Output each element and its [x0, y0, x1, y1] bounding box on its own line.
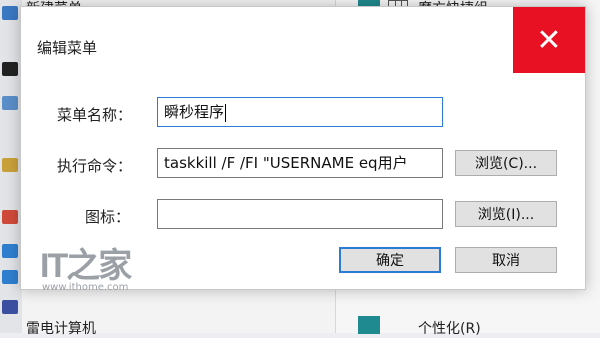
console-icon [2, 62, 18, 76]
text-caret [225, 103, 227, 122]
ithome-watermark: IT之家 www.ithome.com [40, 238, 132, 293]
disc-icon [2, 300, 18, 314]
menu-name-value: 瞬秒程序 [164, 103, 225, 121]
dialog-title: 编辑菜单 [37, 39, 98, 57]
monitor-icon [2, 96, 18, 110]
command-label: 执行命令： [57, 157, 133, 175]
icon-label: 图标： [85, 208, 131, 226]
icon-input[interactable] [157, 199, 443, 229]
ithome-logo: IT之家 [40, 247, 132, 285]
menu-name-input[interactable]: 瞬秒程序 [157, 97, 443, 127]
close-button[interactable]: ✕ [513, 7, 585, 73]
tool-icon [2, 210, 18, 224]
background-menu-item: 个性化(R) [418, 321, 481, 337]
background-menu-item: 雷电计算机 [26, 321, 96, 337]
tile-icon [358, 316, 380, 334]
cancel-button[interactable]: 取消 [455, 247, 557, 273]
ok-button[interactable]: 确定 [339, 247, 441, 273]
palette-icon [2, 158, 18, 172]
close-icon: ✕ [536, 22, 562, 58]
browse-command-button[interactable]: 浏览(C)... [455, 150, 557, 176]
ithome-url: www.ithome.com [42, 282, 129, 293]
command-value: taskkill /F /FI "USERNAME eq用户 [164, 154, 408, 172]
apps-icon [2, 244, 18, 258]
command-input[interactable]: taskkill /F /FI "USERNAME eq用户 [157, 148, 443, 178]
browse-icon-button[interactable]: 浏览(I)... [455, 201, 557, 227]
grid-icon [2, 6, 18, 20]
menu-name-label: 菜单名称： [57, 106, 133, 124]
refresh-icon [2, 270, 18, 284]
